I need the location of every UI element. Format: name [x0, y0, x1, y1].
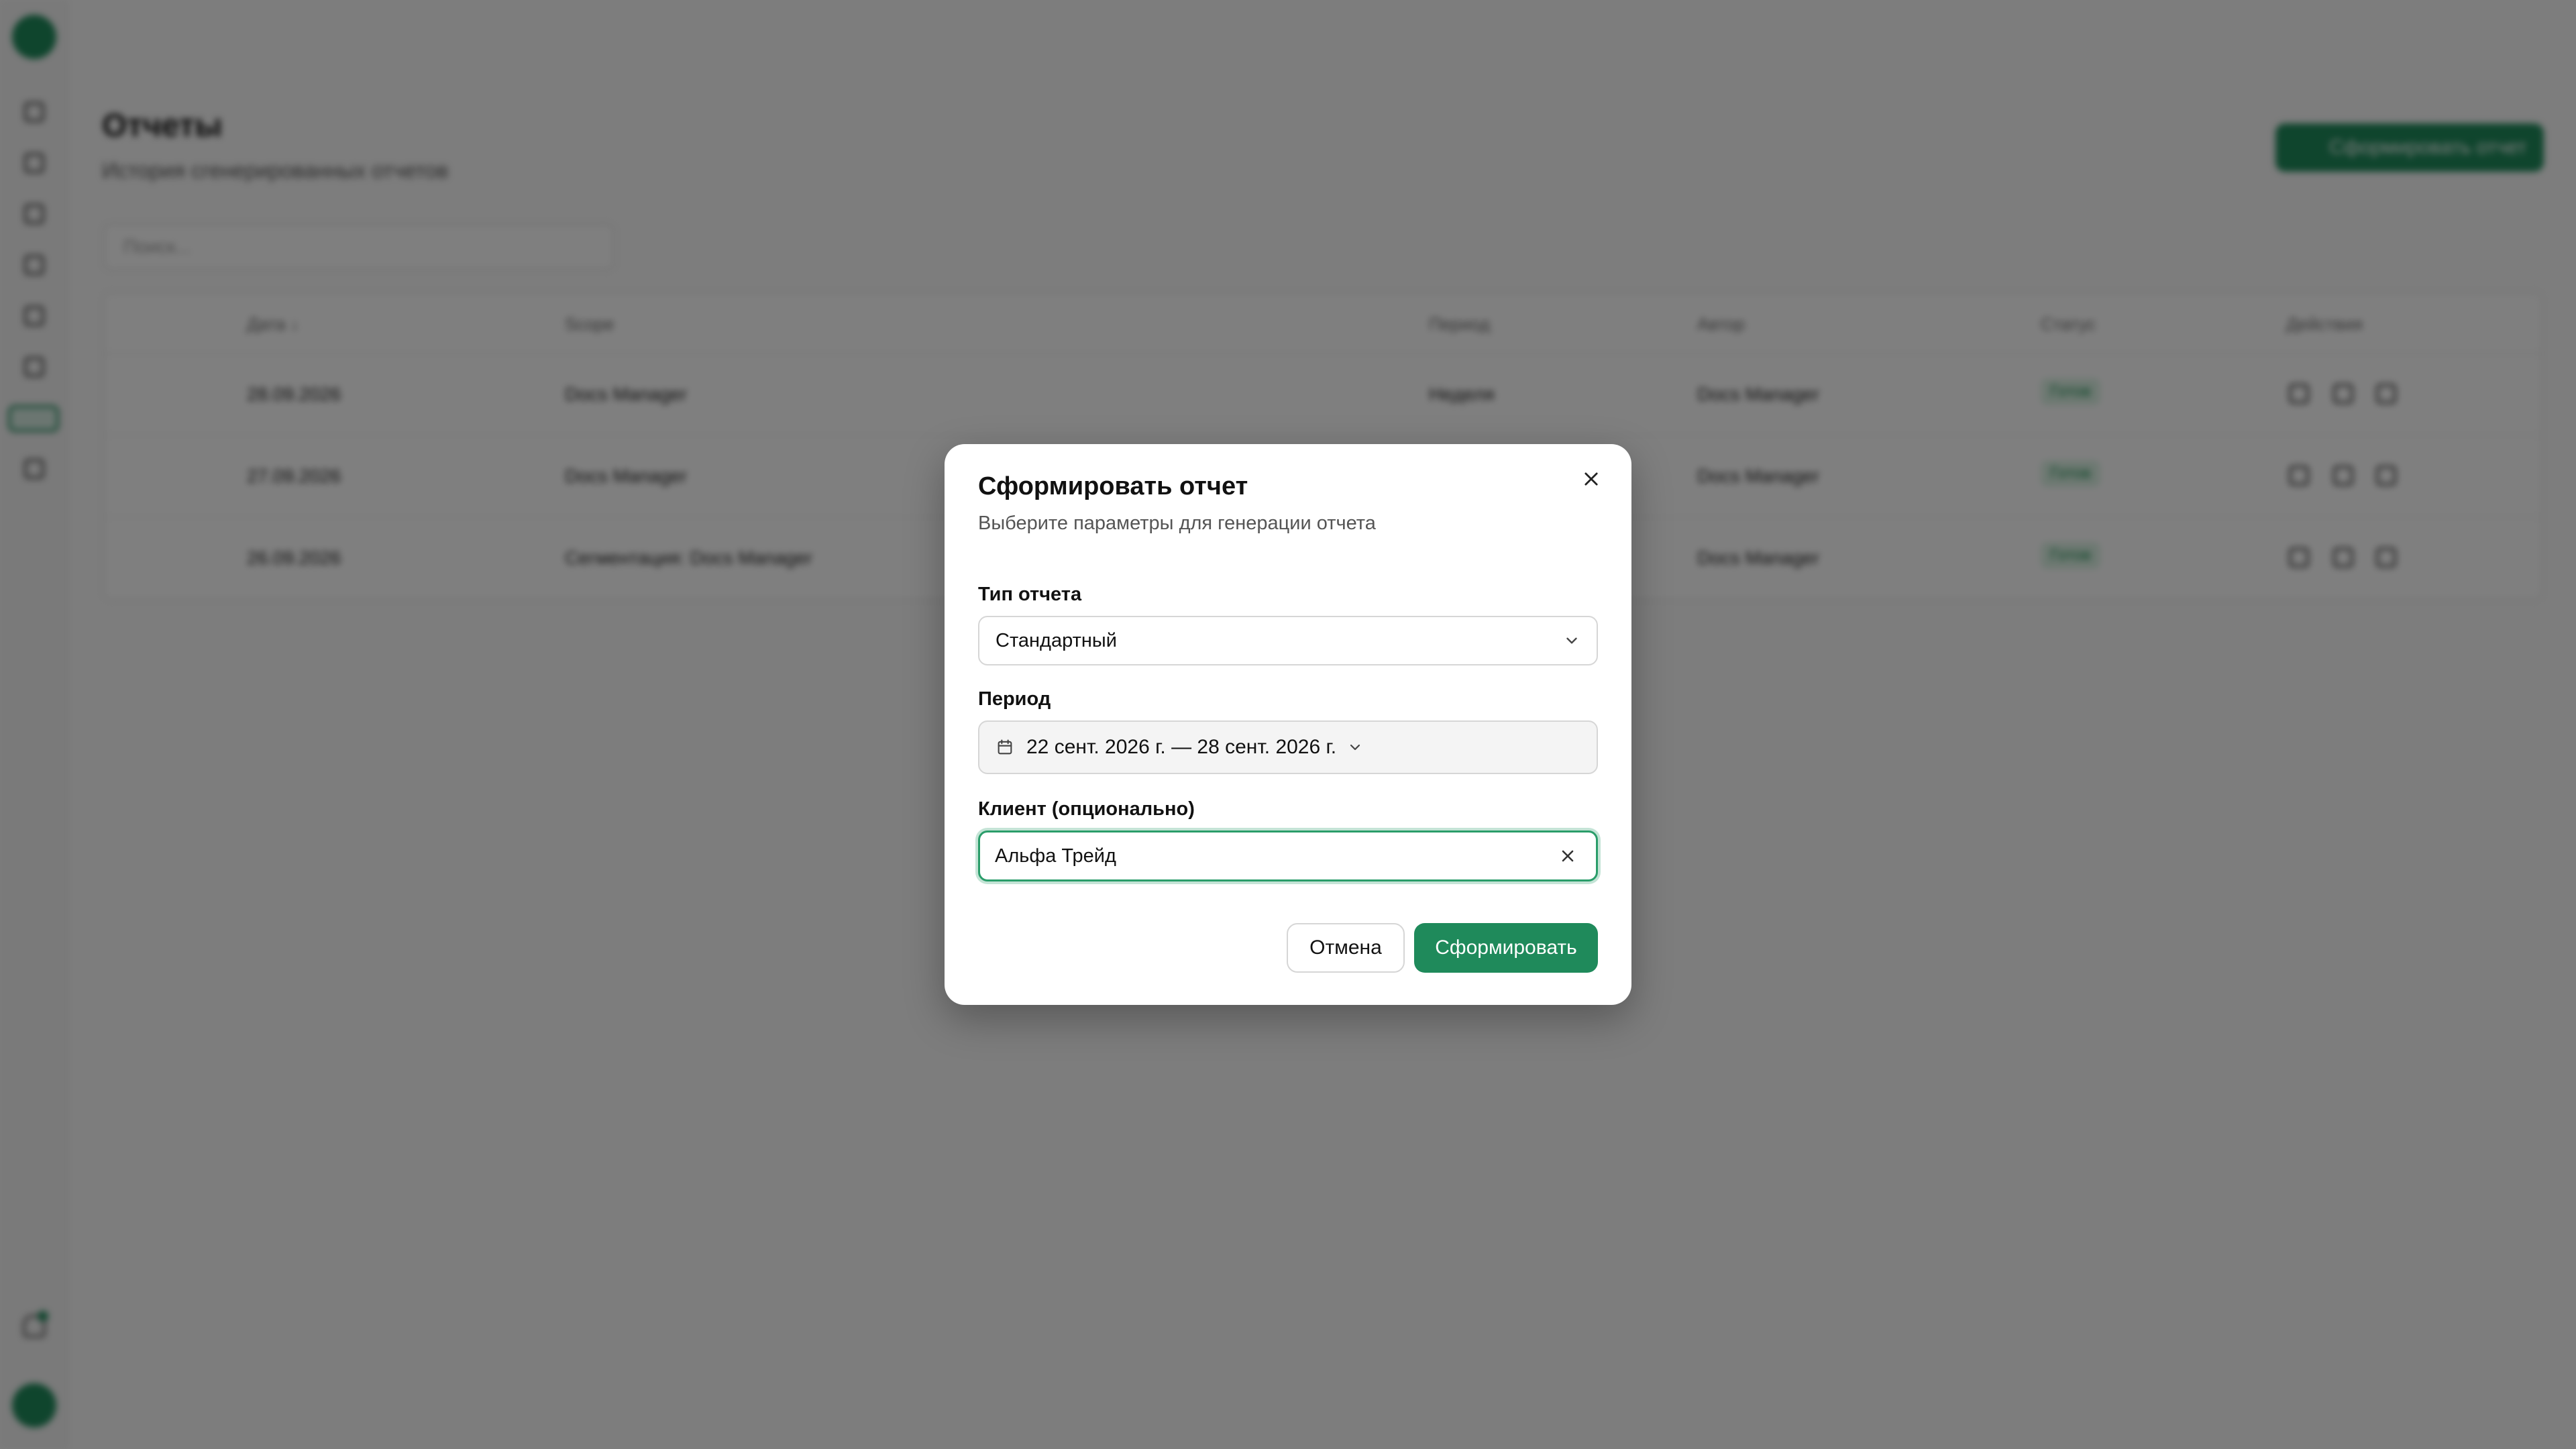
close-icon — [1562, 850, 1574, 862]
client-field — [978, 830, 1598, 881]
cancel-button[interactable]: Отмена — [1287, 923, 1405, 973]
report-type-label: Тип отчета — [978, 584, 1082, 605]
dialog-title: Сформировать отчет — [978, 472, 1248, 500]
chevron-down-icon — [1566, 637, 1577, 644]
generate-button[interactable]: Сформировать — [1414, 923, 1598, 973]
client-label: Клиент (опционально) — [978, 798, 1195, 820]
calendar-icon — [998, 739, 1012, 755]
report-type-select[interactable]: Стандартный — [978, 616, 1598, 665]
chevron-down-icon — [1350, 744, 1360, 751]
close-icon — [1585, 472, 1598, 486]
client-input[interactable] — [995, 845, 1554, 867]
clear-client-button[interactable] — [1554, 843, 1581, 869]
period-value: 22 сент. 2026 г. — 28 сент. 2026 г. — [1026, 736, 1337, 758]
generate-report-dialog: Сформировать отчет Выберите параметры дл… — [945, 444, 1631, 1005]
dialog-subtitle: Выберите параметры для генерации отчета — [978, 513, 1376, 534]
period-date-range-picker[interactable]: 22 сент. 2026 г. — 28 сент. 2026 г. — [978, 720, 1598, 774]
close-button[interactable] — [1576, 464, 1606, 494]
period-label: Период — [978, 688, 1051, 710]
report-type-value: Стандартный — [996, 629, 1117, 651]
